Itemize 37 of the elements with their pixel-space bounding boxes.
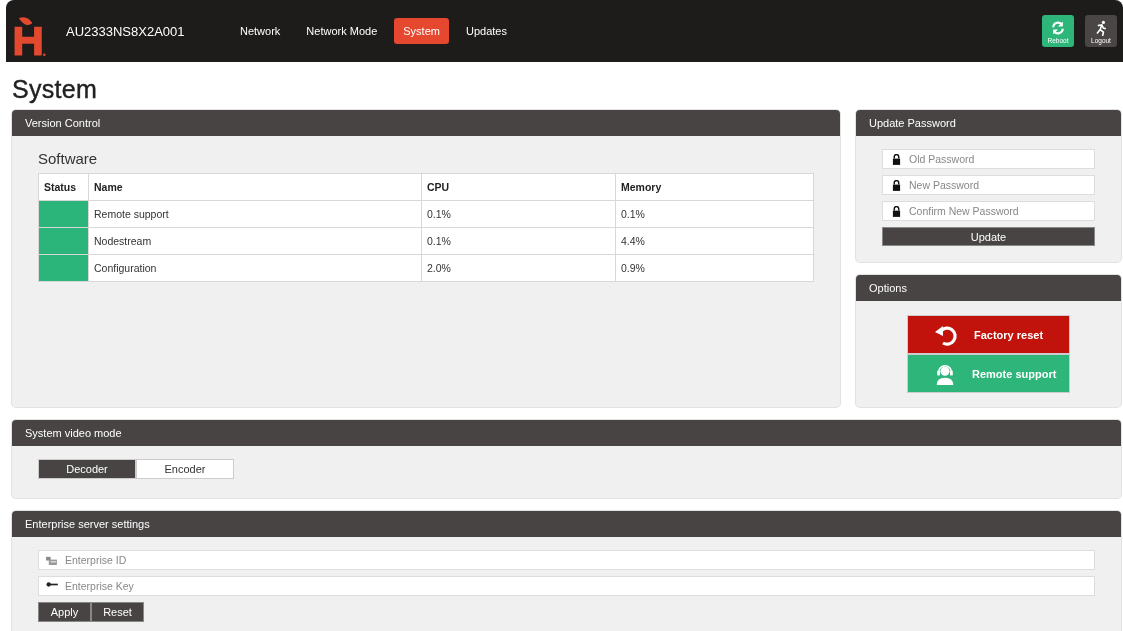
table-cell: 2.0% — [421, 254, 616, 282]
table-cell: 0.9% — [615, 254, 814, 282]
table-cell: Nodestream — [88, 227, 422, 255]
table-cell: Configuration — [88, 254, 422, 282]
mode-toggle[interactable]: Decoder — [38, 459, 136, 479]
password-field[interactable]: Confirm New Password — [882, 201, 1095, 221]
table-cell: 0.1% — [421, 227, 616, 255]
device-name: AU2333NS8X2A001 — [66, 23, 186, 39]
column-header: Name — [88, 173, 422, 201]
nav-tab[interactable]: System — [394, 18, 449, 44]
input-field[interactable]: Enterprise Key — [38, 576, 1095, 596]
nav-tab[interactable]: Updates — [456, 18, 516, 44]
column-header: CPU — [421, 173, 616, 201]
table-cell: Remote support — [88, 200, 422, 228]
section-heading: Software — [38, 150, 99, 167]
panel-header: Update Password — [856, 110, 1121, 136]
column-header: Memory — [615, 173, 814, 201]
password-field[interactable]: New Password — [882, 175, 1095, 195]
table-cell: 4.4% — [615, 227, 814, 255]
apply-button[interactable]: Apply — [38, 602, 91, 622]
password-field[interactable]: Old Password — [882, 149, 1095, 169]
reset-button[interactable]: Reset — [91, 602, 144, 622]
table-cell: 0.1% — [421, 200, 616, 228]
table-cell: 0.1% — [615, 200, 814, 228]
panel-header: Enterprise server settings — [12, 511, 1121, 537]
panel-header: Options — [856, 275, 1121, 301]
panel-header: System video mode — [12, 420, 1121, 446]
refresh-icon — [1050, 20, 1066, 36]
column-header: Status — [38, 173, 89, 201]
nav-tab[interactable]: Network — [231, 18, 290, 44]
input-field[interactable]: Enterprise ID — [38, 550, 1095, 570]
mode-toggle[interactable]: Encoder — [136, 459, 234, 479]
panel-header: Version Control — [12, 110, 840, 136]
page-title: System — [12, 74, 99, 104]
factory-reset-button[interactable]: Factory reset — [907, 315, 1070, 354]
update-button[interactable]: Update — [882, 227, 1095, 246]
nav-tab[interactable]: Network Mode — [297, 18, 387, 44]
